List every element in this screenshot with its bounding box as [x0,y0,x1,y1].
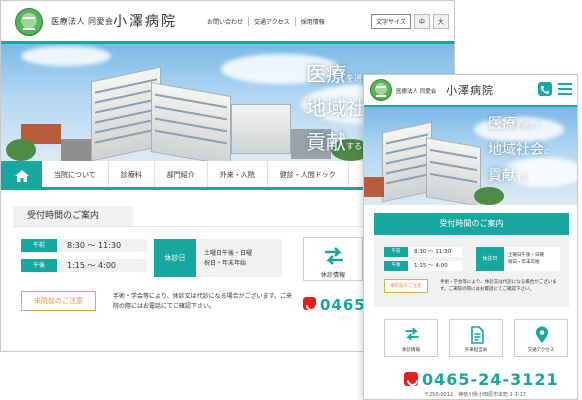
nav-checkup[interactable]: 健診・人間ドック [268,161,349,187]
font-size-label: 文字サイズ [371,14,411,29]
reception-hours: 午前 8:30 〜 11:30 午後 1:15 〜 4:00 [384,247,462,275]
morning-time: 8:30 〜 11:30 [57,239,147,252]
morning-label: 午前 [21,239,57,252]
notice-text: 手術・学会等により、休診又は代診になる場合がございます。ご来院の際にはお電話にて… [113,293,293,310]
closed-label: 休診日 [154,239,196,277]
hospital-name[interactable]: 小澤病院 [446,82,494,98]
org-name: 医療法人 同愛会 [396,89,437,95]
font-size-switcher: 文字サイズ 中 大 [371,14,449,29]
phone-icon[interactable] [538,82,552,96]
hero-line-3: 貢献する [306,130,362,154]
font-size-medium-button[interactable]: 中 [413,14,430,29]
arrows-icon [325,247,343,265]
closed-detail: 土曜日午後・日曜 祝日・年末年始 [504,247,560,271]
nav-outpatient-inpatient[interactable]: 外来・入院 [208,161,268,187]
mobile-hero-banner: 医療を通じて 地域社会に 貢献する [364,107,577,205]
divider [13,226,363,227]
hospital-building [426,137,481,205]
home-button[interactable] [1,161,42,190]
hospital-logo-icon[interactable] [15,8,43,36]
outpatient-schedule-button[interactable]: 外来担当表 [449,319,503,357]
closed-line-2: 祝日・年末年始 [508,260,540,265]
reception-hours: 午前 8:30 〜 11:30 午後 1:15 〜 4:00 [21,239,147,279]
closed-line-2: 祝日・年末年始 [204,260,247,267]
closed-info-label: 休診情報 [402,348,420,353]
phone-icon [303,297,316,310]
font-size-large-button[interactable]: 大 [432,14,449,29]
phone-icon [404,371,418,386]
hospital-logo-icon[interactable] [370,79,392,101]
closed-detail: 土曜日午後・日曜 祝日・年末年始 [196,239,282,277]
arrows-icon [405,327,419,341]
access-button[interactable]: 交通アクセス [514,319,568,357]
notice-text: 手術・学会等により、休診又は代診になる場合がございます。ご来院の際にはお電話にて… [440,280,557,292]
building [231,104,291,154]
afternoon-time: 1:15 〜 4:00 [57,259,147,272]
reception-title: 受付時間のご案内 [374,213,569,235]
site-header: 医療法人 同愛会 小澤病院 お問い合わせ 交通アクセス 採用情報 文字サイズ 中… [1,1,454,42]
document-icon [471,326,484,344]
closed-days: 休診日 土曜日午後・日曜 祝日・年末年始 [154,239,282,277]
hospital-building [382,121,432,203]
morning-label: 午前 [384,247,408,257]
hours-row-morning: 午前 8:30 〜 11:30 [384,247,462,257]
closed-line-1: 土曜日午後・日曜 [204,250,253,257]
hospital-building [151,81,231,161]
hours-row-afternoon: 午後 1:15 〜 4:00 [384,261,462,271]
hero-line-3: 貢献する [488,168,529,184]
tree [474,187,504,205]
hospital-name[interactable]: 小澤病院 [113,11,177,31]
hamburger-menu-icon[interactable] [558,83,572,95]
hero-line-1: 医療を通じて [488,116,541,132]
mobile-phone-number[interactable]: 0465-24-3121 [404,370,559,389]
nav-divisions[interactable]: 部門紹介 [155,161,208,187]
roof [61,139,91,161]
link-contact[interactable]: お問い合わせ [207,17,248,26]
notice-label: 来院前のご注意 [21,291,96,311]
cloud [21,46,111,66]
home-icon [14,169,29,182]
phone-glyph-icon [541,86,549,94]
top-links: お問い合わせ 交通アクセス 採用情報 [207,17,330,26]
nav-about[interactable]: 当院について [42,161,109,187]
access-label: 交通アクセス [527,348,555,353]
hours-row-morning: 午前 8:30 〜 11:30 [21,239,147,252]
link-access[interactable]: 交通アクセス [248,17,295,26]
quick-links: 休診情報 外来担当表 交通アクセス [384,319,568,357]
org-name: 医療法人 同愛会 [51,17,114,26]
morning-time: 8:30 〜 11:30 [408,247,462,257]
reception-title: 受付時間のご案内 [13,206,133,226]
hero-line-2: 地域社会に [488,142,551,158]
closed-info-button[interactable]: 休診情報 [384,319,438,357]
afternoon-label: 午後 [384,261,408,271]
nav-departments[interactable]: 診療科 [109,161,155,187]
closed-info-label: 休診情報 [320,272,345,279]
closed-label: 休診日 [476,247,504,271]
outpatient-schedule-label: 外来担当表 [464,348,488,353]
closed-days: 休診日 土曜日午後・日曜 祝日・年末年始 [476,247,560,271]
closed-line-1: 土曜日午後・日曜 [508,253,544,258]
roof [364,177,384,197]
tree [6,139,36,161]
link-recruit[interactable]: 採用情報 [294,17,330,26]
map-pin-icon [536,326,548,343]
hours-row-afternoon: 午後 1:15 〜 4:00 [21,259,147,272]
afternoon-time: 1:15 〜 4:00 [408,261,462,271]
notice-label: 来院前のご注意 [384,279,428,293]
closed-info-button[interactable]: 休診情報 [303,237,363,281]
desktop-phone[interactable]: 0465 [303,296,366,314]
afternoon-label: 午後 [21,259,57,272]
mobile-view: 医療法人 同愛会 小澤病院 医療を通じて 地域社会に 貢献する 受付時間のご案内… [363,74,578,400]
address: 〒250-0012 神奈川県小田原市本町 1-1-17 [424,392,526,398]
mobile-header: 医療法人 同愛会 小澤病院 [364,75,577,105]
